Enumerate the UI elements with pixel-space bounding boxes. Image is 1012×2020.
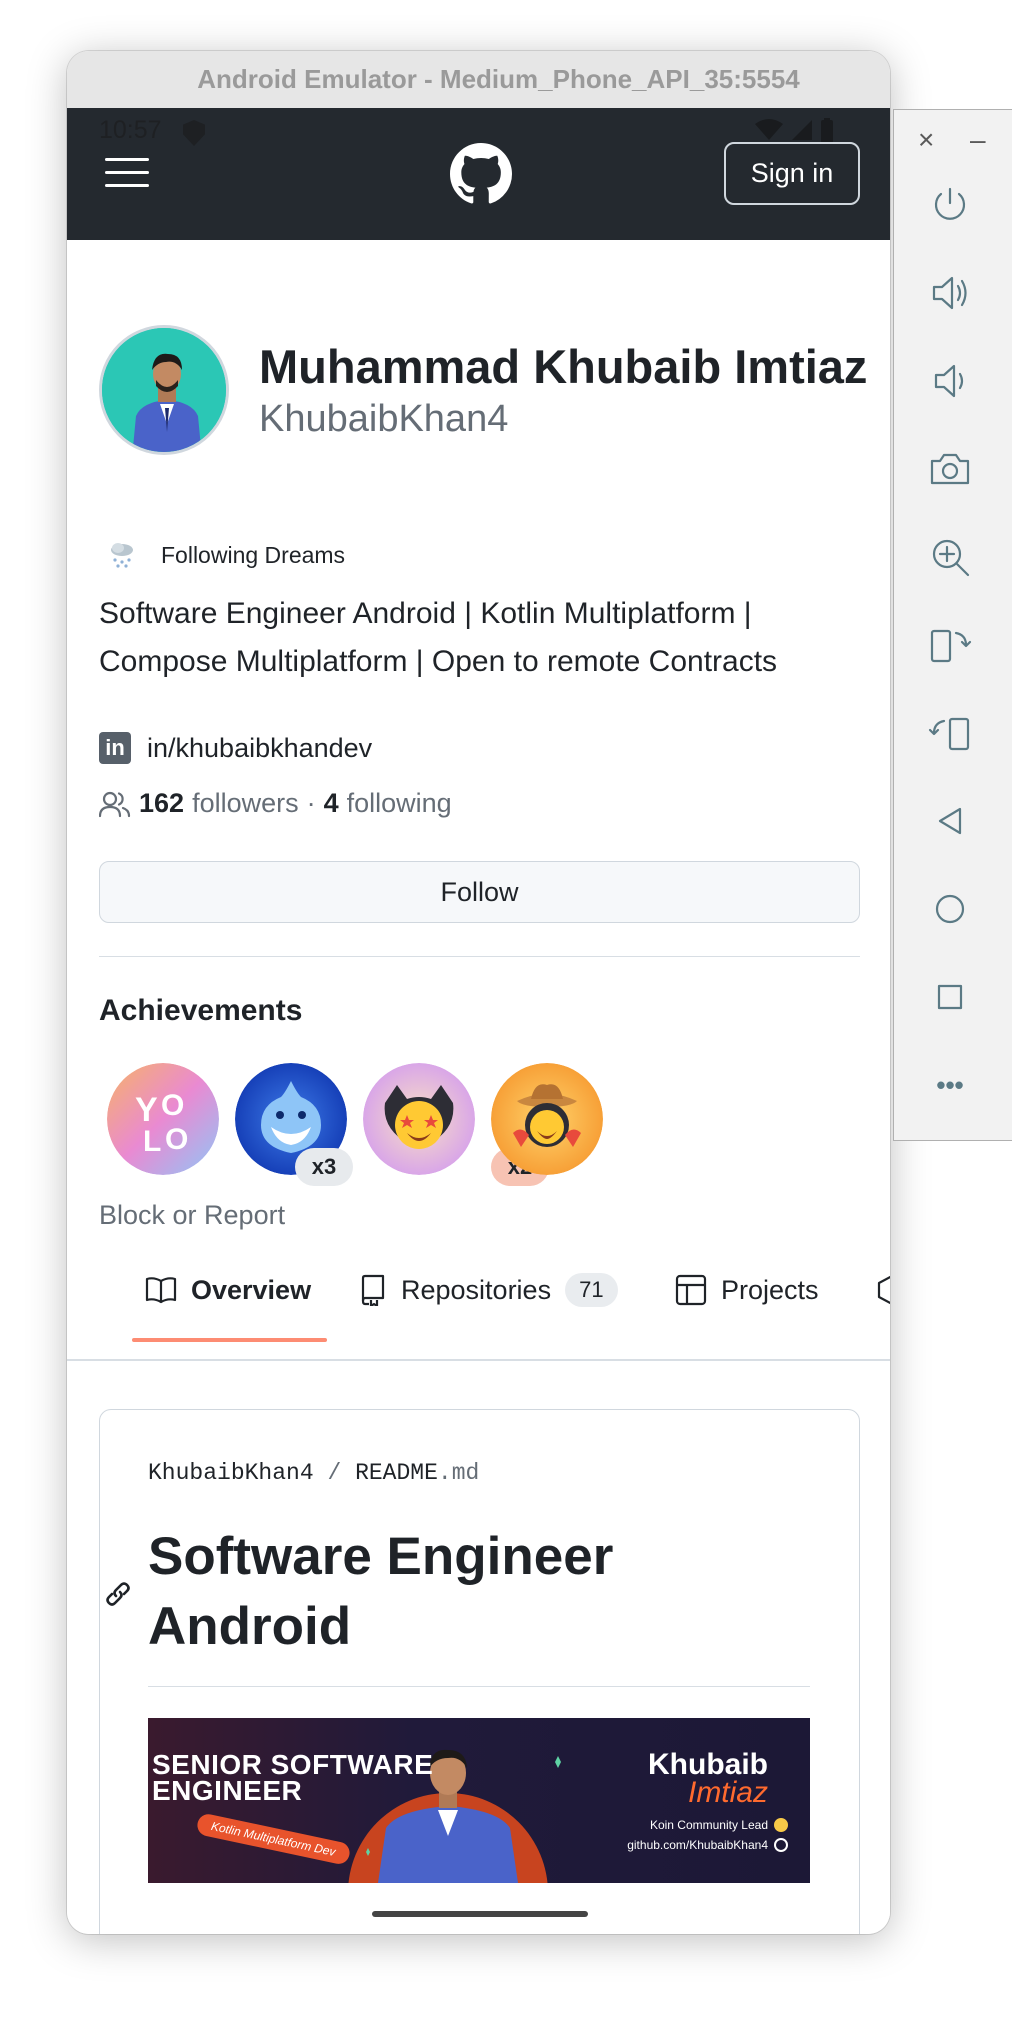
menu-icon[interactable]: [105, 158, 149, 188]
shield-icon: [183, 120, 205, 146]
phone-screen: 10:57 Sign in Muhammad Khubaib Imtiaz Kh…: [67, 108, 890, 1934]
badge-count-x3: x3: [295, 1148, 353, 1186]
follow-button[interactable]: Follow: [99, 861, 860, 923]
camera-icon[interactable]: [927, 446, 973, 492]
rotate-left-icon[interactable]: [927, 622, 973, 668]
power-icon[interactable]: [927, 182, 973, 228]
zoom-in-icon[interactable]: [927, 534, 973, 580]
banner-github-url: github.com/KhubaibKhan4: [627, 1838, 768, 1852]
svg-text:Y: Y: [135, 1091, 158, 1129]
github-small-icon: [774, 1838, 788, 1852]
volume-up-icon[interactable]: [927, 270, 973, 316]
profile-name: Muhammad Khubaib Imtiaz: [259, 340, 868, 393]
readme-slash: /: [327, 1460, 342, 1486]
tab-overview-label: Overview: [191, 1274, 312, 1305]
achievement-starstruck[interactable]: [363, 1063, 475, 1175]
linkedin-icon: in: [99, 732, 131, 764]
more-icon[interactable]: •••: [927, 1062, 973, 1108]
banner-title-line2: ENGINEER: [152, 1775, 303, 1806]
banner-koin-lead: Koin Community Lead: [649, 1818, 768, 1832]
profile-bio: Software Engineer Android | Kotlin Multi…: [99, 597, 778, 678]
banner-last-name: Imtiaz: [687, 1776, 768, 1809]
profile-username: KhubaibKhan4: [259, 398, 509, 440]
snow-cloud-icon: [99, 532, 145, 578]
home-indicator[interactable]: [372, 1911, 588, 1917]
readme-file: README: [355, 1460, 438, 1486]
github-header: 10:57 Sign in: [67, 108, 890, 240]
emulator-window: Android Emulator - Medium_Phone_API_35:5…: [67, 51, 890, 1934]
followers-label[interactable]: followers: [192, 788, 299, 819]
readme-heading: Software Engineer Android: [148, 1527, 614, 1656]
profile-tabs: Overview Repositories 71 Projects: [67, 1253, 890, 1333]
emulator-toolbar: × – •••: [893, 109, 1012, 1141]
tab-projects-label: Projects: [721, 1274, 819, 1305]
status-text: Following Dreams: [161, 541, 346, 568]
status-time: 10:57: [99, 116, 162, 144]
koin-icon: [774, 1818, 788, 1832]
emulator-title: Android Emulator - Medium_Phone_API_35:5…: [197, 64, 800, 94]
readme-divider: [148, 1686, 810, 1687]
tab-repositories-label: Repositories: [401, 1274, 552, 1305]
following-label[interactable]: following: [347, 788, 452, 819]
readme-banner-image: SENIOR SOFTWARE ENGINEER Kotlin Multipla…: [148, 1718, 810, 1883]
banner-title: SENIOR SOFTWARE ENGINEER: [152, 1751, 433, 1806]
avatar-portrait: [102, 328, 226, 452]
volume-down-icon[interactable]: [927, 358, 973, 404]
svg-text:O: O: [165, 1123, 188, 1156]
status-icons: [754, 118, 834, 144]
book-icon: [145, 1277, 177, 1304]
tabs-border: [67, 1359, 890, 1361]
svg-text:O: O: [161, 1089, 184, 1122]
minimize-icon[interactable]: –: [970, 124, 986, 156]
tab-overview[interactable]: Overview: [145, 1253, 311, 1327]
battery-icon: [821, 118, 833, 143]
emulator-title-bar[interactable]: Android Emulator - Medium_Phone_API_35:5…: [67, 51, 890, 108]
followers-count[interactable]: 162: [139, 788, 184, 819]
readme-path: KhubaibKhan4 / README.md: [148, 1460, 479, 1486]
readme-ext: .md: [437, 1460, 480, 1486]
readme-card: KhubaibKhan4 / README.md Software Engine…: [99, 1409, 860, 1934]
signal-icon: [792, 120, 812, 140]
avatar[interactable]: [99, 325, 229, 455]
overview-icon[interactable]: [927, 974, 973, 1020]
follow-separator: ·: [306, 788, 316, 818]
tab-repositories[interactable]: Repositories 71: [359, 1253, 618, 1327]
achievement-yolo[interactable]: Y O L O: [107, 1063, 219, 1175]
wifi-icon: [755, 119, 783, 140]
back-icon[interactable]: [927, 798, 973, 844]
rotate-right-icon[interactable]: [927, 710, 973, 756]
close-icon[interactable]: ×: [918, 124, 934, 156]
link-icon[interactable]: [102, 1578, 134, 1610]
people-icon: [99, 791, 131, 817]
svg-text:L: L: [143, 1125, 161, 1158]
block-or-report-link[interactable]: Block or Report: [99, 1200, 285, 1231]
achievement-quickdraw[interactable]: [491, 1063, 603, 1175]
tab-packages-partial[interactable]: [877, 1253, 890, 1327]
table-icon: [675, 1274, 707, 1306]
divider: [99, 956, 860, 957]
github-logo-icon[interactable]: [450, 143, 512, 205]
social-link-linkedin[interactable]: in in/khubaibkhandev: [99, 732, 372, 764]
linkedin-link[interactable]: in/khubaibkhandev: [147, 733, 372, 764]
follow-stats: 162 followers · 4 following: [99, 788, 452, 819]
tab-active-indicator: [132, 1338, 327, 1342]
tab-projects[interactable]: Projects: [675, 1253, 819, 1327]
readme-owner[interactable]: KhubaibKhan4: [148, 1460, 314, 1486]
package-icon: [877, 1275, 890, 1305]
sign-in-button[interactable]: Sign in: [724, 142, 860, 205]
following-count[interactable]: 4: [324, 788, 339, 819]
user-status[interactable]: Following Dreams: [99, 532, 345, 578]
achievements-title: Achievements: [99, 994, 303, 1027]
repo-icon: [361, 1274, 385, 1306]
repositories-count: 71: [565, 1273, 618, 1307]
home-icon[interactable]: [927, 886, 973, 932]
